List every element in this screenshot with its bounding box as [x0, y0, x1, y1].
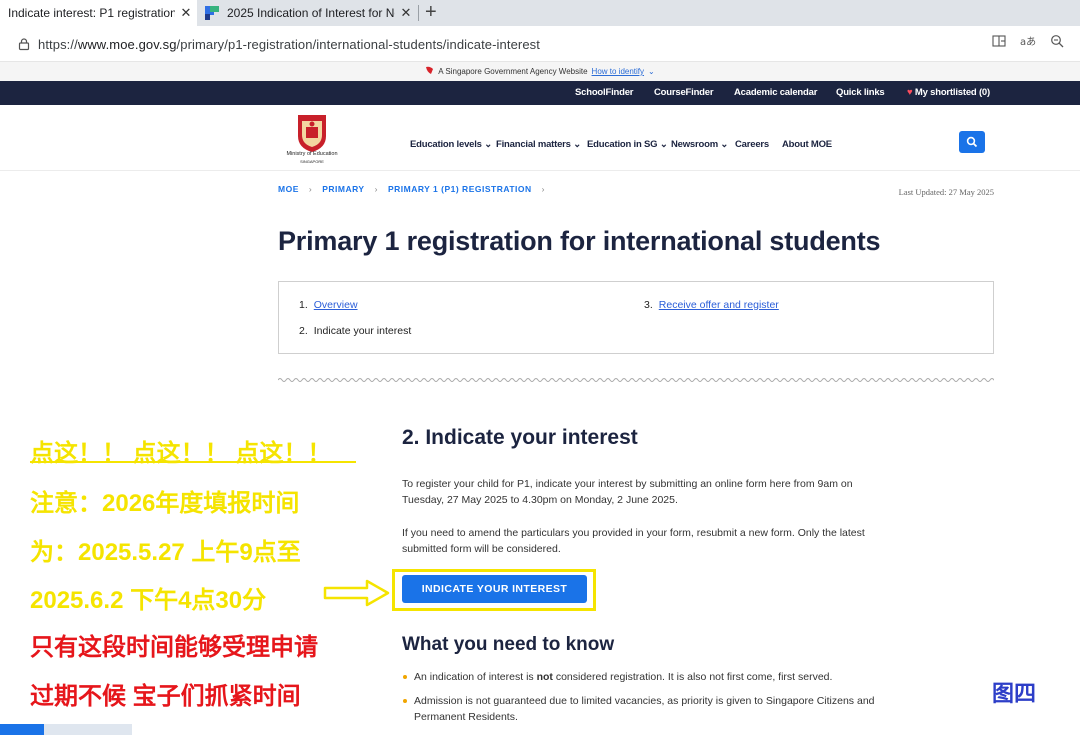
toc-number: 3.	[644, 299, 653, 311]
status-strip	[0, 724, 132, 735]
toc-item-receive-offer[interactable]: 3. Receive offer and register	[644, 299, 779, 311]
close-icon[interactable]: ✕	[175, 5, 197, 21]
annotation-date-end: 2025.6.2 下午4点30分	[30, 587, 267, 614]
util-link-coursefinder[interactable]: CourseFinder	[654, 87, 714, 98]
gov-masthead: A Singapore Government Agency Website Ho…	[0, 62, 1080, 81]
chevron-right-icon: ›	[374, 184, 378, 194]
chevron-down-icon: ⌄	[720, 139, 729, 150]
toc-item-overview[interactable]: 1. Overview	[299, 299, 358, 311]
utility-nav: SchoolFinder CourseFinder Academic calen…	[0, 81, 1080, 105]
logo-label: Ministry of Education SINGAPORE	[280, 151, 344, 165]
browser-tab-bar: Indicate interest: P1 registration fo ✕ …	[0, 0, 1080, 26]
nav-label: Financial matters	[496, 139, 571, 150]
zoom-icon[interactable]	[1050, 34, 1064, 51]
lion-head-icon	[425, 66, 434, 77]
chevron-right-icon: ›	[541, 184, 545, 194]
toc-link[interactable]: Overview	[314, 299, 358, 311]
nav-careers[interactable]: Careers	[735, 139, 769, 150]
breadcrumb-moe[interactable]: MOE	[278, 184, 299, 194]
url-text: https://www.moe.gov.sg/primary/p1-regist…	[38, 37, 540, 52]
browser-tab-inactive[interactable]: 2025 Indication of Interest for No ✕	[199, 0, 417, 26]
section-heading: 2. Indicate your interest	[402, 426, 638, 449]
chevron-right-icon: ›	[308, 184, 313, 194]
url-prefix: https://	[38, 36, 78, 52]
split-screen-icon[interactable]	[992, 34, 1006, 51]
annotation-underline	[30, 461, 356, 463]
wave-divider	[278, 378, 994, 382]
svg-text:aあ: aあ	[1020, 36, 1036, 48]
heart-icon: ♥	[907, 87, 913, 98]
list-item: An indication of interest is not conside…	[403, 669, 884, 685]
chevron-down-icon: ⌄	[484, 139, 492, 150]
nav-education-levels[interactable]: Education levels ⌄	[410, 139, 492, 150]
bullet-emphasis: not	[536, 671, 553, 683]
indicate-interest-button[interactable]: INDICATE YOUR INTEREST	[402, 575, 587, 603]
annotation-window-note: 只有这段时间能够受理申请	[30, 634, 318, 661]
bullet-text: considered registration. It is also not …	[552, 671, 833, 683]
url-path: /primary/p1-registration/international-s…	[176, 36, 540, 52]
breadcrumb: MOE › PRIMARY › PRIMARY 1 (P1) REGISTRAT…	[278, 184, 545, 194]
toc-current: Indicate your interest	[313, 325, 412, 337]
close-icon[interactable]: ✕	[395, 5, 417, 21]
status-strip-accent	[0, 724, 44, 735]
tab-title: 2025 Indication of Interest for No	[227, 6, 395, 20]
nav-about-moe[interactable]: About MOE	[782, 139, 832, 150]
page-title: Primary 1 registration for international…	[278, 226, 881, 256]
chevron-down-icon: ⌄	[573, 139, 581, 150]
nav-newsroom[interactable]: Newsroom ⌄	[671, 139, 728, 150]
shortlist-label: My shortlisted (0)	[914, 87, 990, 98]
nav-label: Education levels	[410, 139, 482, 150]
toc-item-indicate-interest: 2. Indicate your interest	[299, 325, 411, 337]
url-input[interactable]: https://www.moe.gov.sg/primary/p1-regist…	[10, 30, 1074, 58]
chevron-down-icon: ⌄	[659, 139, 668, 150]
toc-number: 1.	[299, 299, 308, 311]
shortlist-link[interactable]: ♥ My shortlisted (0)	[907, 87, 990, 98]
nav-label: Education in SG	[587, 139, 658, 150]
nav-label: Newsroom	[671, 139, 718, 150]
url-host: www.moe.gov.sg	[77, 36, 177, 52]
address-bar-actions: aあ	[992, 34, 1064, 51]
bullet-text: An indication of interest is	[414, 671, 537, 683]
tab-title: Indicate interest: P1 registration fo	[8, 6, 175, 20]
util-link-academic-calendar[interactable]: Academic calendar	[734, 87, 817, 98]
annotation-date-start: 为：2025.5.27 上午9点至	[30, 539, 301, 566]
search-icon	[966, 136, 978, 148]
annotation-notice: 注意：2026年度填报时间	[30, 490, 300, 517]
main-nav: Ministry of Education SINGAPORE Educatio…	[0, 105, 1080, 171]
table-of-contents: 1. Overview 2. Indicate your interest 3. Re…	[278, 281, 994, 354]
new-tab-button[interactable]: +	[425, 0, 437, 26]
util-link-schoolfinder[interactable]: SchoolFinder	[575, 87, 634, 98]
list-item: Admission is not guaranteed due to limit…	[403, 693, 884, 725]
logo-line1: Ministry of Education	[286, 151, 338, 157]
tab-divider	[418, 5, 419, 21]
arrow-right-icon	[323, 579, 390, 607]
chevron-down-icon: ⌄	[648, 67, 655, 76]
read-aloud-icon[interactable]: aあ	[1020, 34, 1036, 51]
what-you-need-to-know-heading: What you need to know	[402, 634, 615, 655]
masthead-text: A Singapore Government Agency Website	[438, 67, 588, 76]
breadcrumb-primary[interactable]: PRIMARY	[322, 184, 364, 194]
site-info-icon[interactable]	[10, 37, 38, 51]
browser-tab-active[interactable]: Indicate interest: P1 registration fo ✕	[0, 0, 197, 26]
util-link-quick-links[interactable]: Quick links	[836, 87, 885, 98]
favicon-icon	[205, 6, 219, 20]
figure-label: 图四	[992, 681, 1037, 706]
search-button[interactable]	[959, 131, 985, 153]
breadcrumb-p1-registration[interactable]: PRIMARY 1 (P1) REGISTRATION	[388, 184, 532, 194]
nav-financial-matters[interactable]: Financial matters ⌄	[496, 139, 581, 150]
annotation-deadline-note: 过期不候 宝子们抓紧时间	[30, 683, 301, 710]
how-to-identify-link[interactable]: How to identify	[592, 67, 644, 76]
nav-education-in-sg[interactable]: Education in SG ⌄	[587, 139, 668, 150]
section-paragraph-1: To register your child for P1, indicate …	[402, 478, 853, 506]
toc-number: 2.	[299, 325, 308, 337]
last-updated: Last Updated: 27 May 2025	[898, 187, 994, 197]
section-paragraph-2: If you need to amend the particulars you…	[402, 527, 865, 555]
logo-line2: SINGAPORE	[300, 159, 324, 164]
address-bar: https://www.moe.gov.sg/primary/p1-regist…	[0, 26, 1080, 62]
toc-link[interactable]: Receive offer and register	[659, 299, 779, 311]
